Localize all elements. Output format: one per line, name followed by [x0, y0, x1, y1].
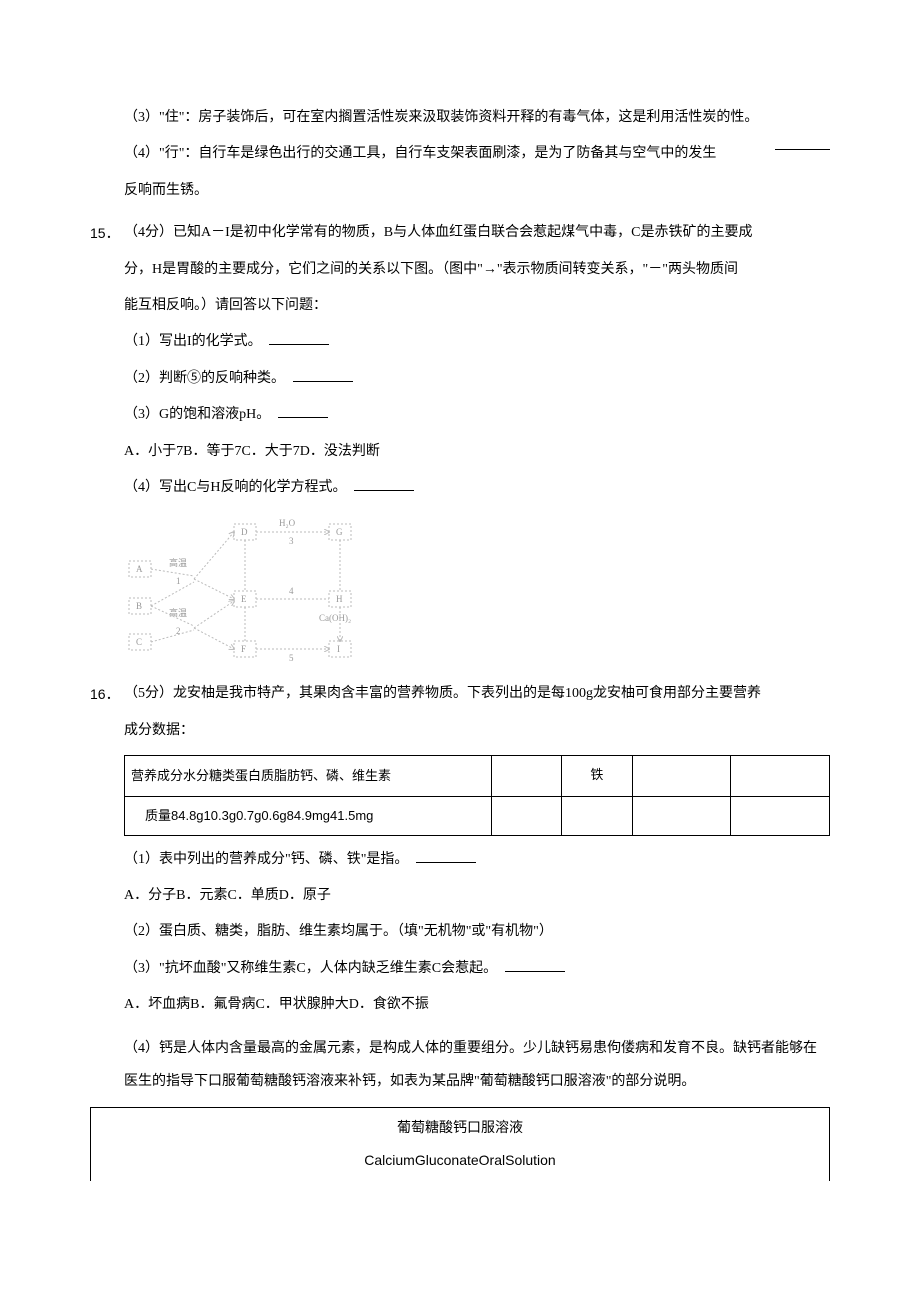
svg-text:Ca(OH)₂: Ca(OH)₂ — [319, 613, 351, 623]
q16-options3-text: A．坏血病B．氟骨病C．甲状腺肿大D．食欲不振 — [124, 997, 429, 1012]
cell-r1c1: 营养成分水分糖类蛋白质脂肪钙、磷、维生素 — [125, 756, 492, 797]
cell-r2c5 — [731, 796, 830, 835]
q16-sub3: （3）"抗坏血酸"又称维生素C，人体内缺乏维生素C会惹起。 — [124, 951, 830, 987]
cell-r1c2 — [491, 756, 562, 797]
q16-box: 葡萄糖酸钙口服溶液 CalciumGluconateOralSolution — [90, 1107, 830, 1182]
q16-options3: A．坏血病B．氟骨病C．甲状腺肿大D．食欲不振 — [124, 987, 830, 1023]
q16-sub4-text: （4）钙是人体内含量最高的金属元素，是构成人体的重要组分。少儿缺钙易患佝偻病和发… — [124, 1041, 817, 1090]
svg-text:1: 1 — [176, 576, 181, 586]
q15-sub3: （3）G的饱和溶液pH。 — [124, 397, 830, 433]
q16-sub3-text: （3）"抗坏血酸"又称维生素C，人体内缺乏维生素C会惹起。 — [124, 961, 497, 976]
cell-r1c5 — [731, 756, 830, 797]
q15-stem-line2: 分，H是胃酸的主要成分，它们之间的关系以下图。（图中"→"表示物质间转变关系，"… — [124, 252, 830, 288]
q15-sub4-blank — [354, 475, 414, 491]
svg-text:高温: 高温 — [169, 557, 187, 568]
svg-text:G: G — [336, 527, 343, 537]
svg-text:5: 5 — [289, 653, 294, 663]
q16: 16． （5分）龙安柚是我市特产，其果肉含丰富的营养物质。下表列出的是每100g… — [90, 676, 830, 749]
svg-text:D: D — [241, 527, 248, 537]
box-line1: 葡萄糖酸钙口服溶液 — [91, 1114, 829, 1145]
q15-sub2: （2）判断⑤的反响种类。 — [124, 361, 830, 397]
q15-options: A．小于7B．等于7C．大于7D．没法判断 — [124, 434, 830, 470]
cell-r1c3: 铁 — [562, 756, 633, 797]
svg-text:B: B — [136, 601, 142, 611]
q16-sub1-blank — [416, 847, 476, 863]
q14-sub4b: 反响而生锈。 — [124, 173, 830, 209]
table-row: 营养成分水分糖类蛋白质脂肪钙、磷、维生素 铁 — [125, 756, 830, 797]
q15-sub2-text: （2）判断⑤的反响种类。 — [124, 371, 285, 386]
q16-sub1-text: （1）表中列出的营养成分"钙、磷、铁"是指。 — [124, 852, 408, 867]
q15-sub4: （4）写出C与H反响的化学方程式。 — [124, 470, 830, 506]
q14-fragment: （3）"住"：房子装饰后，可在室内搁置活性炭来汲取装饰资料开释的有毒气体，这是利… — [90, 100, 830, 209]
q14-sub4: （4）"行"：自行车是绿色出行的交通工具，自行车支架表面刷漆，是为了防备其与空气… — [124, 136, 830, 172]
q15-sub3-text: （3）G的饱和溶液pH。 — [124, 407, 270, 422]
q15-diagram-svg: A B C D E F G H I 高温 1 高温 2 H₂O 3 4 5 Ca… — [124, 516, 374, 666]
q15-sub1: （1）写出I的化学式。 — [124, 324, 830, 360]
q16-sub2: （2）蛋白质、糖类，脂肪、维生素均属于。（填"无机物"或"有机物"） — [124, 914, 830, 950]
svg-text:C: C — [136, 637, 142, 647]
q14-sub4a-text: （4）"行"：自行车是绿色出行的交通工具，自行车支架表面刷漆，是为了防备其与空气… — [124, 136, 716, 172]
q14-sub4b-text: 反响而生锈。 — [124, 183, 208, 198]
cell-r2c3 — [562, 796, 633, 835]
svg-text:4: 4 — [289, 586, 294, 596]
cell-r2c1: 质量84.8g10.3g0.7g0.6g84.9mg41.5mg — [125, 796, 492, 835]
cell-r2c4 — [632, 796, 731, 835]
q14-sub3-text: （3）"住"：房子装饰后，可在室内搁置活性炭来汲取装饰资料开释的有毒气体，这是利… — [124, 110, 758, 125]
q16-sub2-text: （2）蛋白质、糖类，脂肪、维生素均属于。（填"无机物"或"有机物"） — [124, 924, 553, 939]
table-row: 质量84.8g10.3g0.7g0.6g84.9mg41.5mg — [125, 796, 830, 835]
q15-stem-line1: （4分）已知A－I是初中化学常有的物质，B与人体血红蛋白联合会惹起煤气中毒，C是… — [124, 215, 830, 251]
q15-sub1-text: （1）写出I的化学式。 — [124, 334, 262, 349]
svg-text:H₂O: H₂O — [279, 518, 296, 528]
cell-r1c4 — [632, 756, 731, 797]
q16-sub4: （4）钙是人体内含量最高的金属元素，是构成人体的重要组分。少儿缺钙易患佝偻病和发… — [124, 1032, 830, 1099]
q16-sub3-blank — [505, 956, 565, 972]
q15-sub3-blank — [278, 402, 328, 418]
q15-options-text: A．小于7B．等于7C．大于7D．没法判断 — [124, 444, 380, 459]
q14-sub3: （3）"住"：房子装饰后，可在室内搁置活性炭来汲取装饰资料开释的有毒气体，这是利… — [124, 100, 830, 136]
svg-text:E: E — [241, 594, 247, 604]
svg-text:高温: 高温 — [169, 607, 187, 618]
svg-text:A: A — [136, 564, 143, 574]
q16-stem-line2: 成分数据： — [124, 713, 830, 749]
q14-blank — [775, 136, 830, 150]
q15-sub2-blank — [293, 366, 353, 382]
q15-sub1-blank — [269, 329, 329, 345]
svg-text:H: H — [336, 594, 343, 604]
q15-diagram: A B C D E F G H I 高温 1 高温 2 H₂O 3 4 5 Ca… — [124, 516, 374, 666]
box-line2: CalciumGluconateOralSolution — [91, 1145, 829, 1176]
q16-options1-text: A．分子B．元素C．单质D．原子 — [124, 888, 331, 903]
svg-text:I: I — [337, 644, 340, 654]
q16-options1: A．分子B．元素C．单质D．原子 — [124, 878, 830, 914]
q16-stem: （5分）龙安柚是我市特产，其果肉含丰富的营养物质。下表列出的是每100g龙安柚可… — [124, 676, 830, 749]
q15-stem: （4分）已知A－I是初中化学常有的物质，B与人体血红蛋白联合会惹起煤气中毒，C是… — [124, 215, 830, 324]
svg-text:3: 3 — [289, 536, 294, 546]
q15-number: 15． — [90, 215, 124, 324]
q15-sub4-text: （4）写出C与H反响的化学方程式。 — [124, 480, 346, 495]
q16-sub1: （1）表中列出的营养成分"钙、磷、铁"是指。 — [124, 842, 830, 878]
q16-table: 营养成分水分糖类蛋白质脂肪钙、磷、维生素 铁 质量84.8g10.3g0.7g0… — [124, 755, 830, 836]
q16-number: 16． — [90, 676, 124, 749]
q15-stem-line3: 能互相反响。）请回答以下问题： — [124, 288, 830, 324]
svg-text:F: F — [241, 644, 246, 654]
q15: 15． （4分）已知A－I是初中化学常有的物质，B与人体血红蛋白联合会惹起煤气中… — [90, 215, 830, 324]
cell-r2c2 — [491, 796, 562, 835]
q16-stem-line1: （5分）龙安柚是我市特产，其果肉含丰富的营养物质。下表列出的是每100g龙安柚可… — [124, 676, 830, 712]
